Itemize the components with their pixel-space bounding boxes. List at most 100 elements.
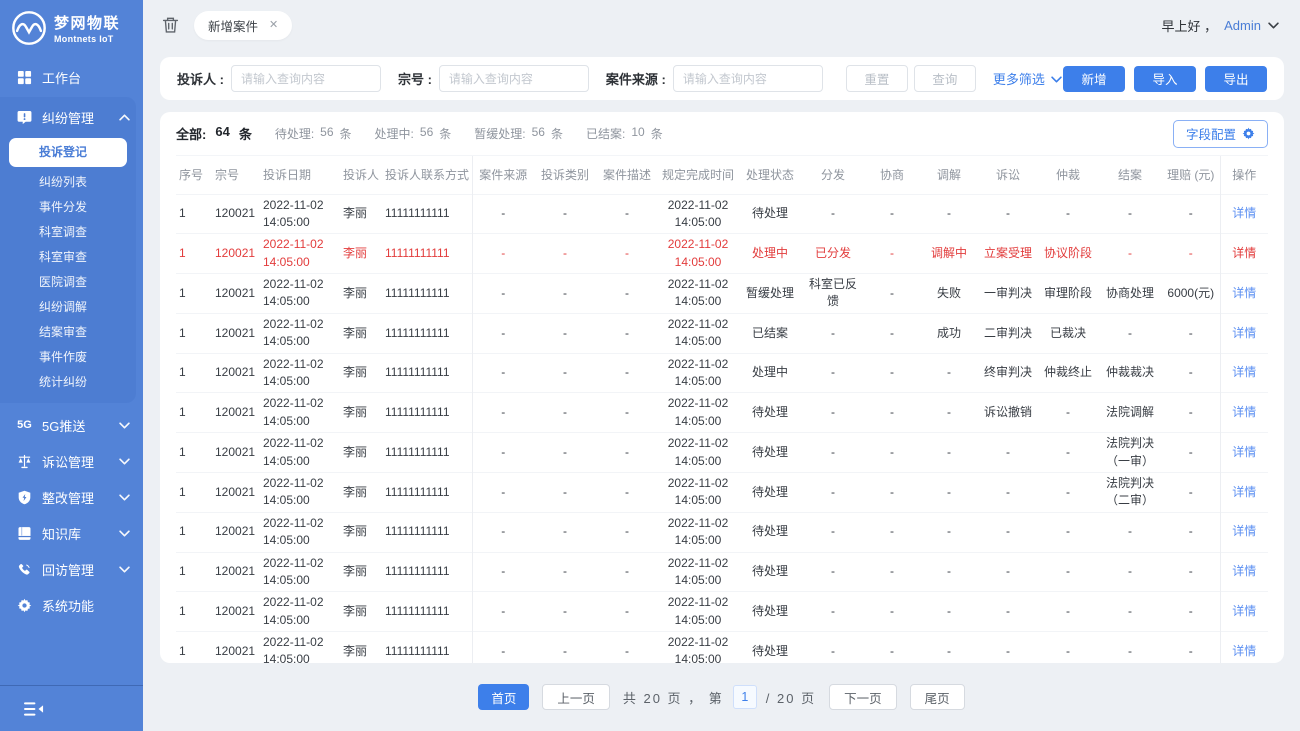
filter-input-2[interactable] bbox=[673, 65, 823, 92]
filter-field-label: 投诉人 : bbox=[177, 69, 224, 88]
cell-投诉日期: 2022-11-02 14:05:00 bbox=[260, 274, 340, 314]
cell-案件来源: - bbox=[472, 393, 534, 433]
cell-理赔 (元): - bbox=[1162, 353, 1220, 393]
search-button[interactable]: 查询 bbox=[914, 65, 976, 92]
next-page-button[interactable]: 下一页 bbox=[829, 684, 897, 710]
detail-link[interactable]: 详情 bbox=[1232, 246, 1256, 260]
summary-value: 56 bbox=[532, 125, 545, 142]
username[interactable]: Admin bbox=[1224, 18, 1261, 33]
cell-协商: - bbox=[864, 274, 920, 314]
more-filters-link[interactable]: 更多筛选 bbox=[993, 69, 1062, 88]
cell-协商: - bbox=[864, 552, 920, 592]
cell-序号: 1 bbox=[176, 592, 212, 632]
more-filters-label: 更多筛选 bbox=[993, 69, 1045, 88]
detail-link[interactable]: 详情 bbox=[1232, 564, 1256, 578]
sidebar-item-bottom-1[interactable]: 诉讼管理 bbox=[0, 443, 143, 479]
cell-调解: - bbox=[920, 592, 978, 632]
cell-结案: - bbox=[1098, 592, 1162, 632]
chevron-down-icon bbox=[119, 566, 130, 573]
cell-分发: - bbox=[802, 433, 864, 473]
sidebar-subitem-4[interactable]: 科室审查 bbox=[0, 245, 136, 270]
cell-操作: 详情 bbox=[1220, 274, 1268, 314]
cell-投诉类别: - bbox=[534, 393, 596, 433]
cell-宗号: 120021 bbox=[212, 632, 260, 663]
reset-button[interactable]: 重置 bbox=[846, 65, 908, 92]
sidebar-item-bottom-3[interactable]: 知识库 bbox=[0, 515, 143, 551]
cell-投诉类别: - bbox=[534, 632, 596, 663]
sidebar-subitem-5[interactable]: 医院调查 bbox=[0, 270, 136, 295]
cell-诉讼: - bbox=[978, 512, 1038, 552]
sidebar-collapse-bar[interactable] bbox=[0, 685, 143, 731]
sidebar-item-bottom-4[interactable]: 回访管理 bbox=[0, 551, 143, 587]
sidebar-subitem-2[interactable]: 事件分发 bbox=[0, 195, 136, 220]
cell-处理状态: 处理中 bbox=[738, 353, 802, 393]
sidebar-subitem-6[interactable]: 纠纷调解 bbox=[0, 295, 136, 320]
sidebar-item-top-0[interactable]: 工作台 bbox=[0, 59, 143, 95]
page-info-suffix: / 20 页 bbox=[766, 688, 816, 707]
cell-理赔 (元): - bbox=[1162, 592, 1220, 632]
sidebar-item-bottom-0[interactable]: 5G5G推送 bbox=[0, 407, 143, 443]
cell-案件来源: - bbox=[472, 313, 534, 353]
cell-投诉人联系方式: 11111111111 bbox=[382, 433, 472, 473]
cell-案件描述: - bbox=[596, 194, 658, 234]
cell-调解: - bbox=[920, 552, 978, 592]
summary-item-1: 待处理:56条 bbox=[275, 125, 352, 142]
sidebar-subitem-7[interactable]: 结案审查 bbox=[0, 320, 136, 345]
sidebar-subitem-3[interactable]: 科室调查 bbox=[0, 220, 136, 245]
detail-link[interactable]: 详情 bbox=[1232, 286, 1256, 300]
detail-link[interactable]: 详情 bbox=[1232, 365, 1256, 379]
filter-field-2: 案件来源 : bbox=[606, 65, 823, 92]
sidebar-subitem-9[interactable]: 统计纠纷 bbox=[0, 370, 136, 395]
detail-link[interactable]: 详情 bbox=[1232, 206, 1256, 220]
action-button-1[interactable]: 导入 bbox=[1134, 66, 1196, 92]
sidebar-subitem-8[interactable]: 事件作废 bbox=[0, 345, 136, 370]
pagination: 首页 上一页 共 20 页 ， 第 1 / 20 页 下一页 尾页 bbox=[143, 663, 1300, 731]
column-header-0: 序号 bbox=[176, 156, 212, 194]
cell-结案: - bbox=[1098, 313, 1162, 353]
cell-处理状态: 暂缓处理 bbox=[738, 274, 802, 314]
action-button-0[interactable]: 新增 bbox=[1063, 66, 1125, 92]
table-header-row: 序号宗号投诉日期投诉人投诉人联系方式案件来源投诉类别案件描述规定完成时间处理状态… bbox=[176, 156, 1268, 194]
cell-投诉人: 李丽 bbox=[340, 393, 382, 433]
chevron-down-icon bbox=[119, 494, 130, 501]
sidebar-subitem-0[interactable]: 投诉登记 bbox=[9, 138, 127, 167]
detail-link[interactable]: 详情 bbox=[1232, 445, 1256, 459]
filter-input-1[interactable] bbox=[439, 65, 589, 92]
cell-协商: - bbox=[864, 194, 920, 234]
cell-投诉人: 李丽 bbox=[340, 234, 382, 274]
user-chevron-down-icon[interactable] bbox=[1268, 22, 1279, 29]
detail-link[interactable]: 详情 bbox=[1232, 405, 1256, 419]
trash-icon[interactable] bbox=[162, 16, 179, 34]
detail-link[interactable]: 详情 bbox=[1232, 485, 1256, 499]
prev-page-button[interactable]: 上一页 bbox=[542, 684, 610, 710]
detail-link[interactable]: 详情 bbox=[1232, 644, 1256, 658]
detail-link[interactable]: 详情 bbox=[1232, 604, 1256, 618]
last-page-button[interactable]: 尾页 bbox=[910, 684, 965, 710]
column-header-6: 投诉类别 bbox=[534, 156, 596, 194]
action-button-2[interactable]: 导出 bbox=[1205, 66, 1267, 92]
filter-field-label: 案件来源 : bbox=[606, 69, 666, 88]
column-header-17: 操作 bbox=[1220, 156, 1268, 194]
filter-input-0[interactable] bbox=[231, 65, 381, 92]
cell-案件描述: - bbox=[596, 353, 658, 393]
cell-案件来源: - bbox=[472, 274, 534, 314]
tab-new-case[interactable]: 新增案件 ✕ bbox=[194, 11, 292, 40]
cell-投诉人: 李丽 bbox=[340, 313, 382, 353]
sidebar-item-group-dispute[interactable]: 纠纷管理 bbox=[0, 99, 136, 135]
current-page-box[interactable]: 1 bbox=[733, 685, 757, 709]
cell-操作: 详情 bbox=[1220, 592, 1268, 632]
field-config-button[interactable]: 字段配置 bbox=[1173, 120, 1268, 148]
cell-投诉人: 李丽 bbox=[340, 552, 382, 592]
cell-处理状态: 处理中 bbox=[738, 234, 802, 274]
tab-close-icon[interactable]: ✕ bbox=[269, 20, 278, 31]
sidebar-item-label: 知识库 bbox=[42, 524, 119, 543]
sidebar-item-label: 纠纷管理 bbox=[42, 108, 119, 127]
sidebar-subitem-1[interactable]: 纠纷列表 bbox=[0, 170, 136, 195]
sidebar-item-bottom-2[interactable]: 整改管理 bbox=[0, 479, 143, 515]
detail-link[interactable]: 详情 bbox=[1232, 524, 1256, 538]
first-page-button[interactable]: 首页 bbox=[478, 684, 529, 710]
cell-序号: 1 bbox=[176, 552, 212, 592]
cell-规定完成时间: 2022-11-02 14:05:00 bbox=[658, 313, 738, 353]
sidebar-item-bottom-5[interactable]: 系统功能 bbox=[0, 587, 143, 623]
detail-link[interactable]: 详情 bbox=[1232, 326, 1256, 340]
